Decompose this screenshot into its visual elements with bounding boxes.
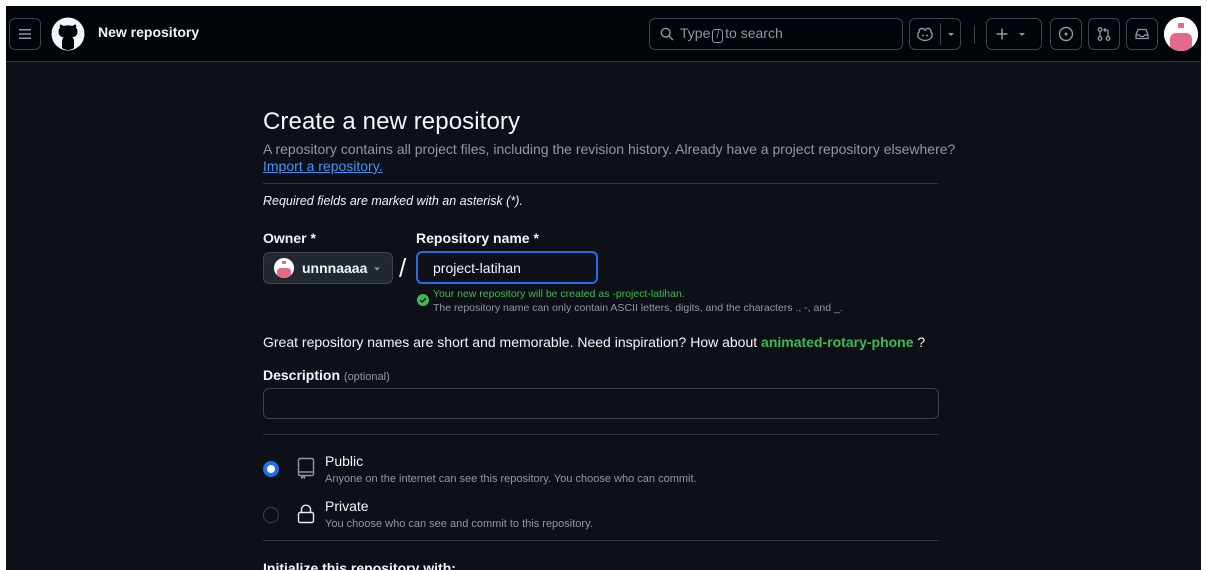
search-shortcut-key: / — [712, 29, 724, 43]
menu-button[interactable] — [9, 18, 41, 50]
divider — [263, 540, 939, 541]
copilot-divider — [940, 23, 941, 45]
name-suggestion-link[interactable]: animated-rotary-phone — [761, 334, 913, 350]
pull-requests-button[interactable] — [1088, 18, 1120, 50]
global-header: New repository Type / to search — [6, 6, 1201, 62]
repository-name-rules: The repository name can only contain ASC… — [433, 302, 843, 314]
private-option-title: Private — [325, 498, 369, 514]
window-frame-left — [0, 0, 6, 570]
issues-icon — [1058, 26, 1074, 42]
menu-icon — [19, 29, 31, 39]
inspiration-end: ? — [917, 334, 926, 350]
search-input[interactable]: Type / to search — [649, 18, 903, 50]
inbox-button[interactable] — [1126, 18, 1158, 50]
window-frame-right — [1201, 0, 1207, 570]
public-option-title: Public — [325, 453, 364, 469]
copilot-icon — [917, 27, 933, 42]
page-heading: Create a new repository — [263, 108, 521, 135]
public-option-desc: Anyone on the internet can see this repo… — [325, 473, 697, 485]
chevron-down-icon — [374, 267, 380, 271]
owner-label: Owner * — [263, 230, 316, 246]
create-new-button[interactable] — [986, 18, 1042, 50]
repository-name-success: Your new repository will be created as -… — [433, 288, 685, 300]
page-title: New repository — [98, 24, 200, 40]
page-subtitle: A repository contains all project files,… — [263, 141, 956, 157]
repository-name-label: Repository name * — [416, 230, 539, 246]
required-fields-note: Required fields are marked with an aster… — [263, 194, 523, 208]
plus-icon — [996, 28, 1008, 40]
import-repository-link[interactable]: Import a repository. — [263, 158, 383, 174]
github-logo-icon[interactable] — [51, 17, 85, 51]
check-circle-icon — [417, 294, 429, 306]
issues-button[interactable] — [1050, 18, 1082, 50]
owner-value: unnnaaaa — [302, 260, 368, 276]
initialize-heading: Initialize this repository with: — [263, 560, 456, 570]
description-label-text: Description — [263, 367, 341, 383]
inspiration-text: Great repository names are short and mem… — [263, 334, 758, 350]
owner-repo-separator: / — [399, 253, 407, 283]
avatar-icon — [1164, 17, 1198, 51]
chevron-down-icon — [1019, 33, 1025, 36]
inbox-icon — [1135, 28, 1149, 40]
divider — [263, 434, 939, 435]
search-placeholder: Type / to search — [680, 25, 783, 43]
owner-avatar — [274, 258, 294, 278]
name-inspiration: Great repository names are short and mem… — [263, 334, 925, 350]
repo-icon — [297, 457, 315, 479]
search-icon — [660, 27, 674, 41]
repository-name-input[interactable] — [416, 251, 598, 284]
description-label: Description (optional) — [263, 367, 390, 383]
header-divider — [974, 26, 975, 44]
divider — [263, 183, 939, 184]
avatar-icon — [277, 261, 291, 278]
description-optional: (optional) — [343, 371, 390, 383]
copilot-button[interactable] — [909, 18, 961, 50]
lock-icon — [297, 504, 315, 524]
user-avatar[interactable] — [1164, 17, 1198, 51]
search-prefix: Type — [680, 25, 711, 41]
private-option-desc: You choose who can see and commit to thi… — [325, 518, 593, 530]
chevron-down-icon[interactable] — [946, 27, 956, 41]
owner-select[interactable]: unnnaaaa — [263, 252, 393, 284]
private-radio[interactable] — [263, 507, 279, 523]
pull-request-icon — [1097, 27, 1111, 41]
public-radio[interactable] — [263, 461, 279, 477]
description-input[interactable] — [263, 388, 939, 419]
search-suffix: to search — [725, 25, 783, 41]
